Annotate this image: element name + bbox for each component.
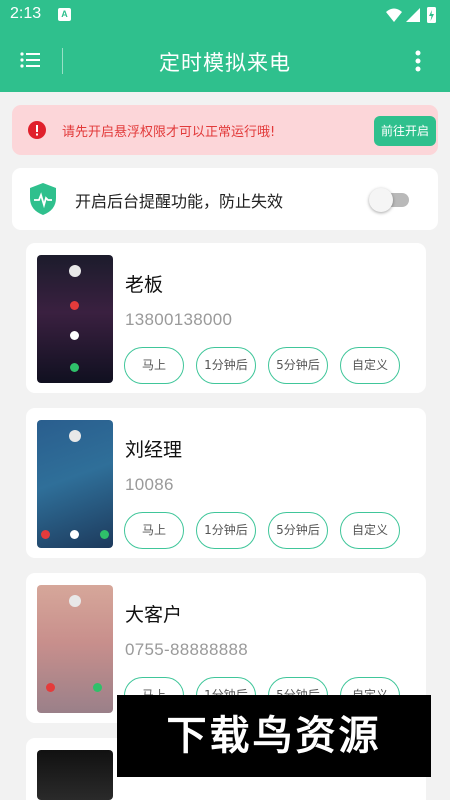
alert-message: 请先开启悬浮权限才可以正常运行哦! — [62, 125, 276, 140]
avatar — [69, 595, 81, 607]
error-icon — [28, 121, 46, 139]
signal-icon — [406, 8, 420, 22]
app-bar: 定时模拟来电 — [0, 30, 450, 92]
contact-card[interactable]: 刘经理 10086 马上 1分钟后 5分钟后 自定义 — [26, 408, 426, 558]
contact-name: 刘经理 — [125, 439, 183, 461]
avatar — [69, 265, 81, 277]
contact-phone: 13800138000 — [125, 310, 233, 329]
call-in-1min-button[interactable]: 1分钟后 — [196, 512, 256, 549]
call-screen-thumbnail — [37, 255, 113, 383]
contact-phone: 10086 — [125, 475, 174, 494]
wifi-icon — [386, 8, 402, 22]
go-enable-button[interactable]: 前往开启 — [374, 116, 436, 146]
answer-icon — [93, 683, 102, 692]
permission-alert: 请先开启悬浮权限才可以正常运行哦! 前往开启 — [12, 105, 438, 155]
avatar — [69, 430, 81, 442]
answer-icon — [70, 363, 79, 372]
contact-name: 老板 — [125, 274, 164, 296]
slider-dot-icon — [70, 530, 79, 539]
toggle-knob — [369, 188, 393, 212]
watermark-logo: 下载鸟资源 — [117, 695, 431, 777]
call-now-button[interactable]: 马上 — [124, 347, 184, 384]
more-vertical-icon[interactable] — [408, 49, 428, 73]
background-reminder-row: 开启后台提醒功能，防止失效 — [12, 168, 438, 230]
call-screen-thumbnail — [37, 585, 113, 713]
custom-time-button[interactable]: 自定义 — [340, 347, 400, 384]
status-icons — [386, 7, 436, 23]
page-title: 定时模拟来电 — [159, 51, 291, 75]
call-in-1min-button[interactable]: 1分钟后 — [196, 347, 256, 384]
reminder-toggle[interactable] — [369, 188, 411, 212]
answer-icon — [100, 530, 109, 539]
shield-pulse-icon — [30, 183, 56, 215]
status-bar: 2:13 A — [0, 0, 450, 30]
call-in-5min-button[interactable]: 5分钟后 — [268, 512, 328, 549]
decline-icon — [41, 530, 50, 539]
status-time: 2:13 — [10, 5, 42, 22]
call-screen-thumbnail — [37, 420, 113, 548]
call-screen-thumbnail — [37, 750, 113, 800]
custom-time-button[interactable]: 自定义 — [340, 512, 400, 549]
reminder-label: 开启后台提醒功能，防止失效 — [75, 192, 284, 211]
decline-icon — [46, 683, 55, 692]
decline-icon — [70, 301, 79, 310]
contact-card[interactable]: 老板 13800138000 马上 1分钟后 5分钟后 自定义 — [26, 243, 426, 393]
contact-name: 大客户 — [125, 604, 183, 626]
call-now-button[interactable]: 马上 — [124, 512, 184, 549]
call-in-5min-button[interactable]: 5分钟后 — [268, 347, 328, 384]
contact-phone: 0755-88888888 — [125, 640, 249, 659]
notification-icon: A — [58, 8, 71, 21]
slider-dot-icon — [70, 331, 79, 340]
